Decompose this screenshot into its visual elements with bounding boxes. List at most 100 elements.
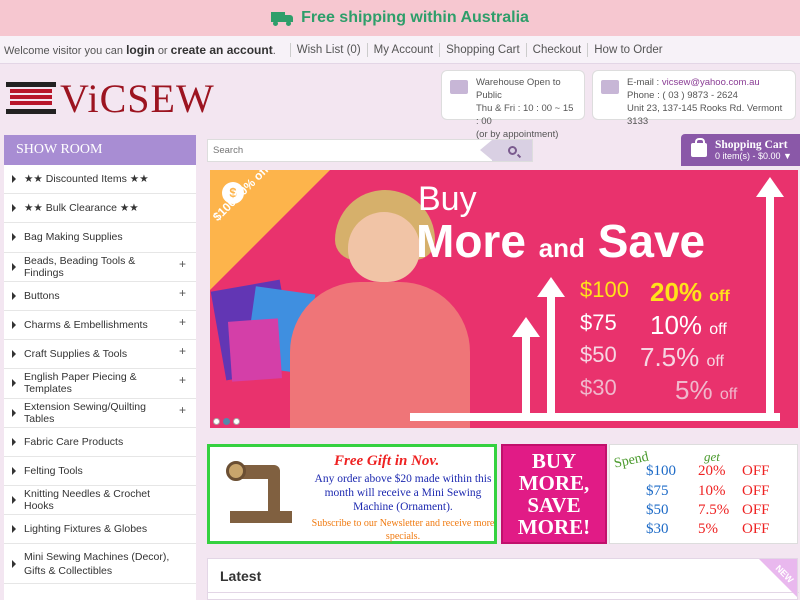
expand-icon[interactable]: + [179, 286, 186, 300]
logo-text: ViCSEW [60, 75, 215, 121]
sidebar-item-label: Extension Sewing/Quilting Tables [24, 400, 146, 425]
mail-icon [601, 80, 619, 94]
login-link[interactable]: login [126, 43, 155, 57]
sidebar-title: SHOW ROOM [4, 135, 196, 165]
warehouse-info: Warehouse Open to Public Thu & Fri : 10 … [441, 70, 585, 140]
cart-widget[interactable]: Shopping Cart 0 item(s) - $0.00 ▼ [681, 134, 800, 166]
sidebar-item-label: Lighting Fixtures & Globes [24, 523, 148, 536]
hero-more: More [416, 215, 526, 267]
email-link[interactable]: vicsew@yahoo.com.au [662, 77, 760, 88]
caret-right-icon [12, 379, 16, 388]
nav-divider [289, 42, 291, 57]
arrow-baseline [410, 413, 780, 421]
tier-percent: 5% off [675, 375, 737, 406]
expand-icon[interactable]: + [179, 315, 186, 329]
slider-dot[interactable] [213, 418, 220, 425]
tier-row: $75 10% off [580, 310, 750, 340]
my-account-link[interactable]: My Account [374, 44, 433, 56]
sidebar-item[interactable]: Bag Making Supplies [4, 223, 196, 253]
tier-spend: $50 [580, 342, 617, 367]
tier-spend: $30 [580, 375, 617, 400]
sidebar-item[interactable]: English Paper Piecing & Templates + [4, 369, 196, 399]
sidebar-item[interactable]: Fabric Care Products [4, 428, 196, 457]
sidebar-item[interactable]: Knitting Needles & Crochet Hooks [4, 486, 196, 516]
sidebar-item-label: Felting Tools [24, 464, 83, 477]
wish-list-link[interactable]: Wish List (0) [297, 44, 361, 56]
checkout-link[interactable]: Checkout [533, 44, 582, 56]
sewing-machine-icon [226, 461, 296, 529]
sidebar-item[interactable]: Felting Tools [4, 457, 196, 487]
tier-percent-value: 5% [675, 375, 713, 405]
sidebar-item[interactable]: Charms & Embellishments + [4, 311, 196, 341]
truck-icon [271, 11, 294, 26]
up-arrow-icon [512, 317, 540, 415]
caret-right-icon [12, 321, 16, 330]
create-account-link[interactable]: create an account [171, 43, 273, 57]
row-off: OFF [742, 502, 770, 518]
welcome-message: Welcome visitor you can login or create … [4, 43, 284, 57]
warehouse-title: Warehouse Open to Public [476, 77, 561, 101]
model-image [290, 282, 470, 428]
warehouse-hours: Thu & Fri : 10 : 00 ~ 15 : 00 [476, 103, 574, 127]
how-to-order-link[interactable]: How to Order [594, 44, 662, 56]
sidebar-item[interactable]: Craft Supplies & Tools + [4, 340, 196, 370]
shopping-cart-link[interactable]: Shopping Cart [446, 44, 520, 56]
caret-right-icon [12, 233, 16, 242]
free-shipping-banner: Free shipping within Australia [0, 0, 800, 36]
sidebar-item[interactable]: Mini Sewing Machines (Decor), Gifts & Co… [4, 544, 196, 585]
free-gift-promo[interactable]: Free Gift in Nov. Any order above $20 ma… [207, 444, 497, 544]
sidebar-item[interactable]: Extension Sewing/Quilting Tables + [4, 399, 196, 428]
search-button[interactable] [480, 140, 532, 161]
address: Unit 23, 137-145 Rooks Rd. Vermont 3133 [627, 103, 783, 127]
discount-row: $30 5% OFF [646, 521, 796, 538]
tier-row: $50 7.5% off [580, 342, 750, 372]
cart-title: Shopping Cart [715, 139, 788, 151]
caret-right-icon [12, 408, 16, 417]
search-input[interactable] [208, 140, 492, 161]
nav-divider [587, 42, 589, 57]
shopping-bag-icon [691, 138, 707, 157]
sidebar-item-label: ★★ Bulk Clearance ★★ [24, 202, 139, 215]
nav-divider [366, 42, 368, 57]
promo-line: MORE, [518, 471, 590, 495]
sidebar-item-label: Knitting Needles & Crochet Hooks [24, 488, 151, 513]
tier-percent: 7.5% off [640, 342, 724, 373]
sidebar-item[interactable]: Lighting Fixtures & Globes [4, 515, 196, 545]
promo-slider[interactable]: $ $100 20% off Buy More and Save $100 20… [210, 170, 798, 428]
sidebar-item-label: Beads, Beading Tools & Findings [24, 254, 136, 279]
tier-percent-value: 7.5% [640, 342, 700, 372]
caret-right-icon [12, 175, 16, 184]
sidebar-item-label: Craft Supplies & Tools [24, 348, 128, 361]
expand-icon[interactable]: + [179, 403, 186, 417]
sidebar-item[interactable]: Buttons + [4, 282, 196, 311]
chevron-down-icon[interactable]: ▼ [783, 151, 792, 161]
buy-more-save-more-promo[interactable]: BUY MORE, SAVE MORE! [501, 444, 607, 544]
gift-body: Any order above $20 made within this mon… [314, 473, 492, 513]
row-percent: 5% [698, 521, 718, 537]
tier-percent: 20% off [650, 277, 730, 308]
sidebar-item[interactable]: ★★ Bulk Clearance ★★ [4, 194, 196, 224]
expand-icon[interactable]: + [179, 344, 186, 358]
site-logo[interactable]: ViCSEW [6, 75, 266, 121]
expand-icon[interactable]: + [179, 257, 186, 271]
period-text: . [272, 44, 276, 57]
slider-dot[interactable] [223, 418, 230, 425]
tier-off: off [706, 353, 725, 370]
promo-line: MORE! [517, 515, 591, 539]
sidebar-item[interactable]: ★★ Discounted Items ★★ [4, 165, 196, 195]
tier-off: off [719, 386, 738, 403]
caret-right-icon [12, 466, 16, 475]
nav-divider [439, 42, 441, 57]
email-label: E-mail : [627, 77, 660, 88]
spend-discount-table[interactable]: Spend get $100 20% OFF $75 10% OFF $50 7.5% OF… [609, 444, 798, 544]
sidebar-item[interactable]: Beads, Beading Tools & Findings + [4, 253, 196, 282]
caret-right-icon [12, 204, 16, 213]
tier-percent-value: 10% [650, 310, 703, 340]
row-spend: $100 [646, 463, 676, 479]
phone-number: Phone : ( 03 ) 9873 - 2624 [627, 90, 738, 101]
discount-ribbon: $ $100 20% off [210, 170, 330, 290]
discount-row: $75 10% OFF [646, 483, 796, 500]
shopping-bag-image [227, 318, 283, 382]
slider-dot[interactable] [233, 418, 240, 425]
expand-icon[interactable]: + [179, 373, 186, 387]
